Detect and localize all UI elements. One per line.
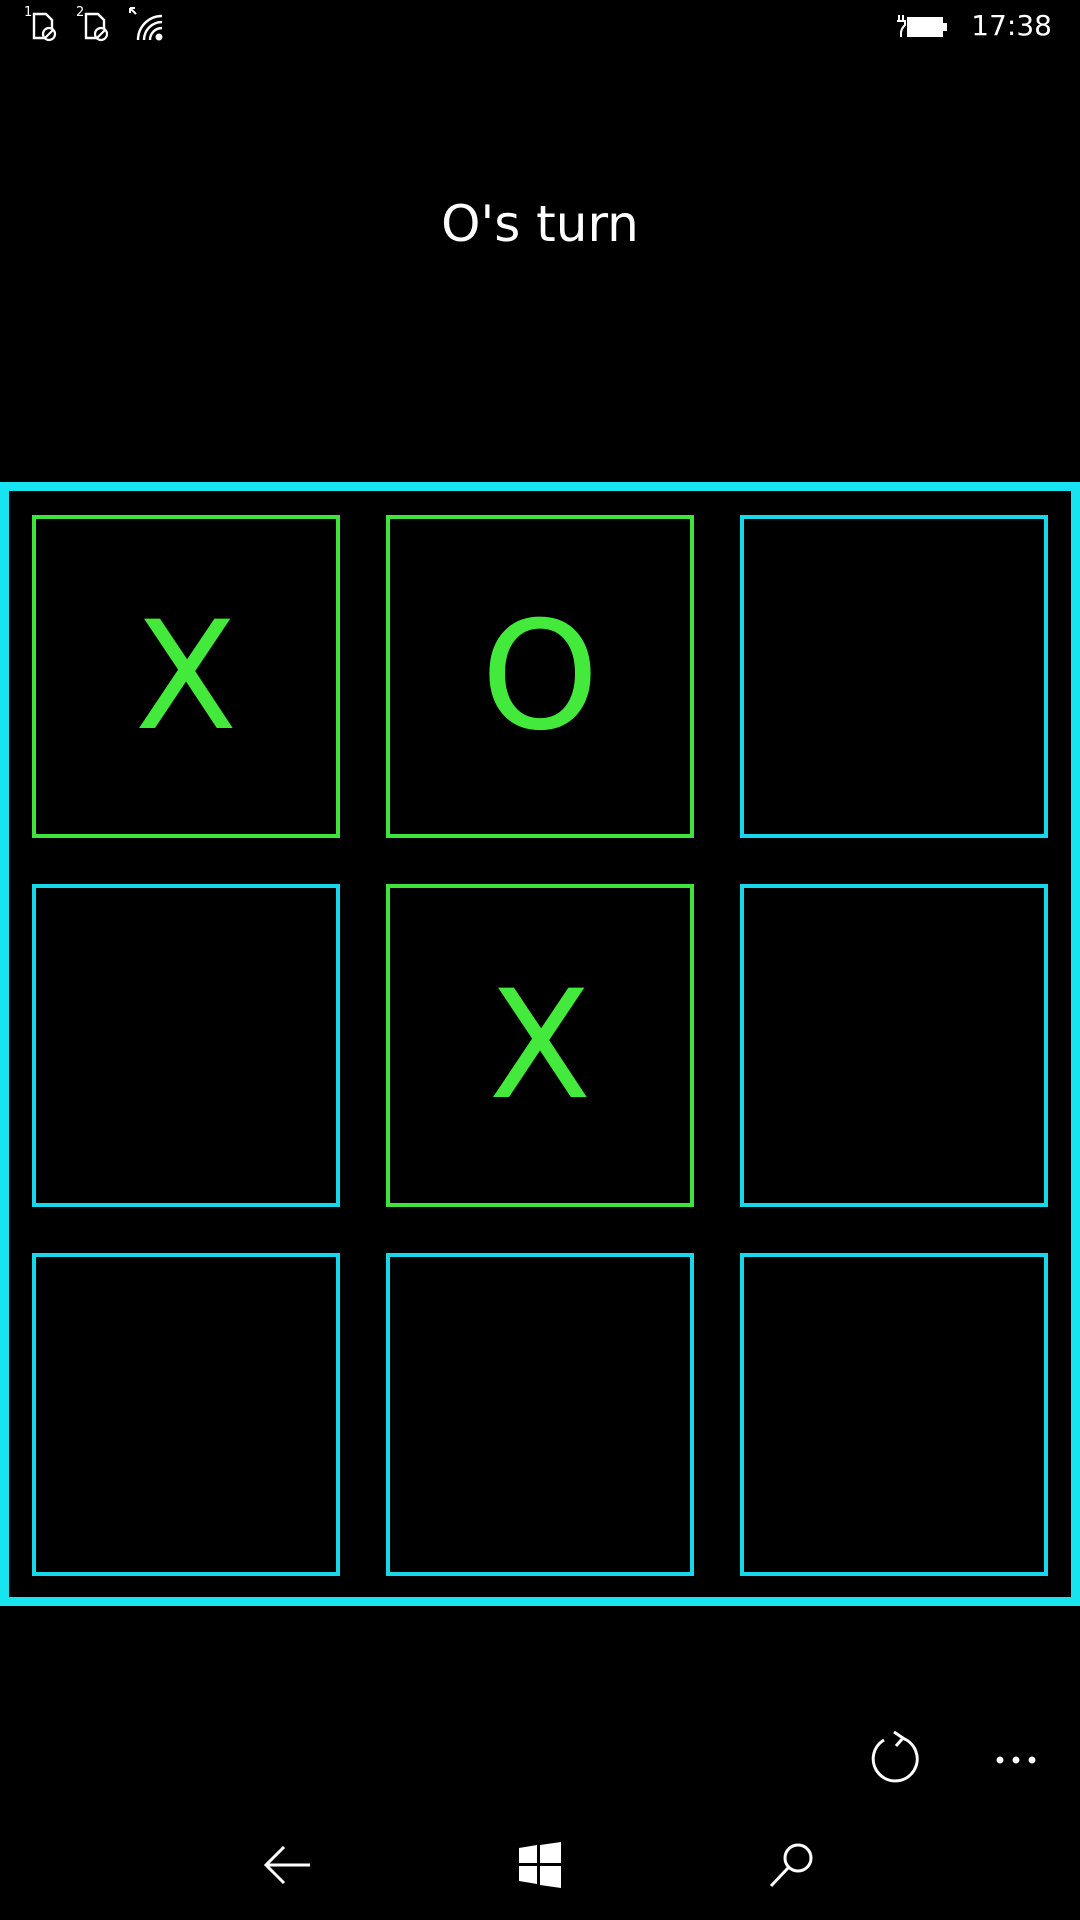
- cell-1[interactable]: X: [32, 515, 340, 838]
- cell-7[interactable]: [32, 1253, 340, 1576]
- more-button[interactable]: [990, 1742, 1050, 1778]
- refresh-button[interactable]: [862, 1726, 928, 1792]
- turn-indicator: O's turn: [441, 195, 639, 253]
- navigation-bar: [0, 1810, 1080, 1920]
- cell-9[interactable]: [740, 1253, 1048, 1576]
- clock: 17:38: [971, 9, 1052, 42]
- cell-4[interactable]: [32, 884, 340, 1207]
- back-icon: [263, 1845, 310, 1885]
- game-board: X O X: [0, 482, 1080, 1606]
- battery-charging-icon: [897, 15, 948, 37]
- cell-1-mark: X: [134, 589, 238, 764]
- back-button[interactable]: [228, 1810, 348, 1920]
- more-icon: [996, 1756, 1036, 1764]
- cell-2-mark: O: [480, 589, 600, 764]
- windows-start-icon: [519, 1842, 561, 1888]
- cell-6[interactable]: [740, 884, 1048, 1207]
- status-bar: 1 2 17:38: [0, 0, 1080, 52]
- cell-5[interactable]: X: [386, 884, 694, 1207]
- search-icon: [769, 1843, 813, 1888]
- cell-2[interactable]: O: [386, 515, 694, 838]
- cell-3[interactable]: [740, 515, 1048, 838]
- sim1-no-service-icon: 1: [24, 6, 64, 46]
- search-button[interactable]: [732, 1810, 852, 1920]
- cell-8[interactable]: [386, 1253, 694, 1576]
- wifi-icon: [128, 6, 168, 46]
- refresh-icon: [871, 1730, 919, 1783]
- start-button[interactable]: [480, 1810, 600, 1920]
- sim2-no-service-icon: 2: [76, 6, 116, 46]
- cell-5-mark: X: [488, 958, 592, 1133]
